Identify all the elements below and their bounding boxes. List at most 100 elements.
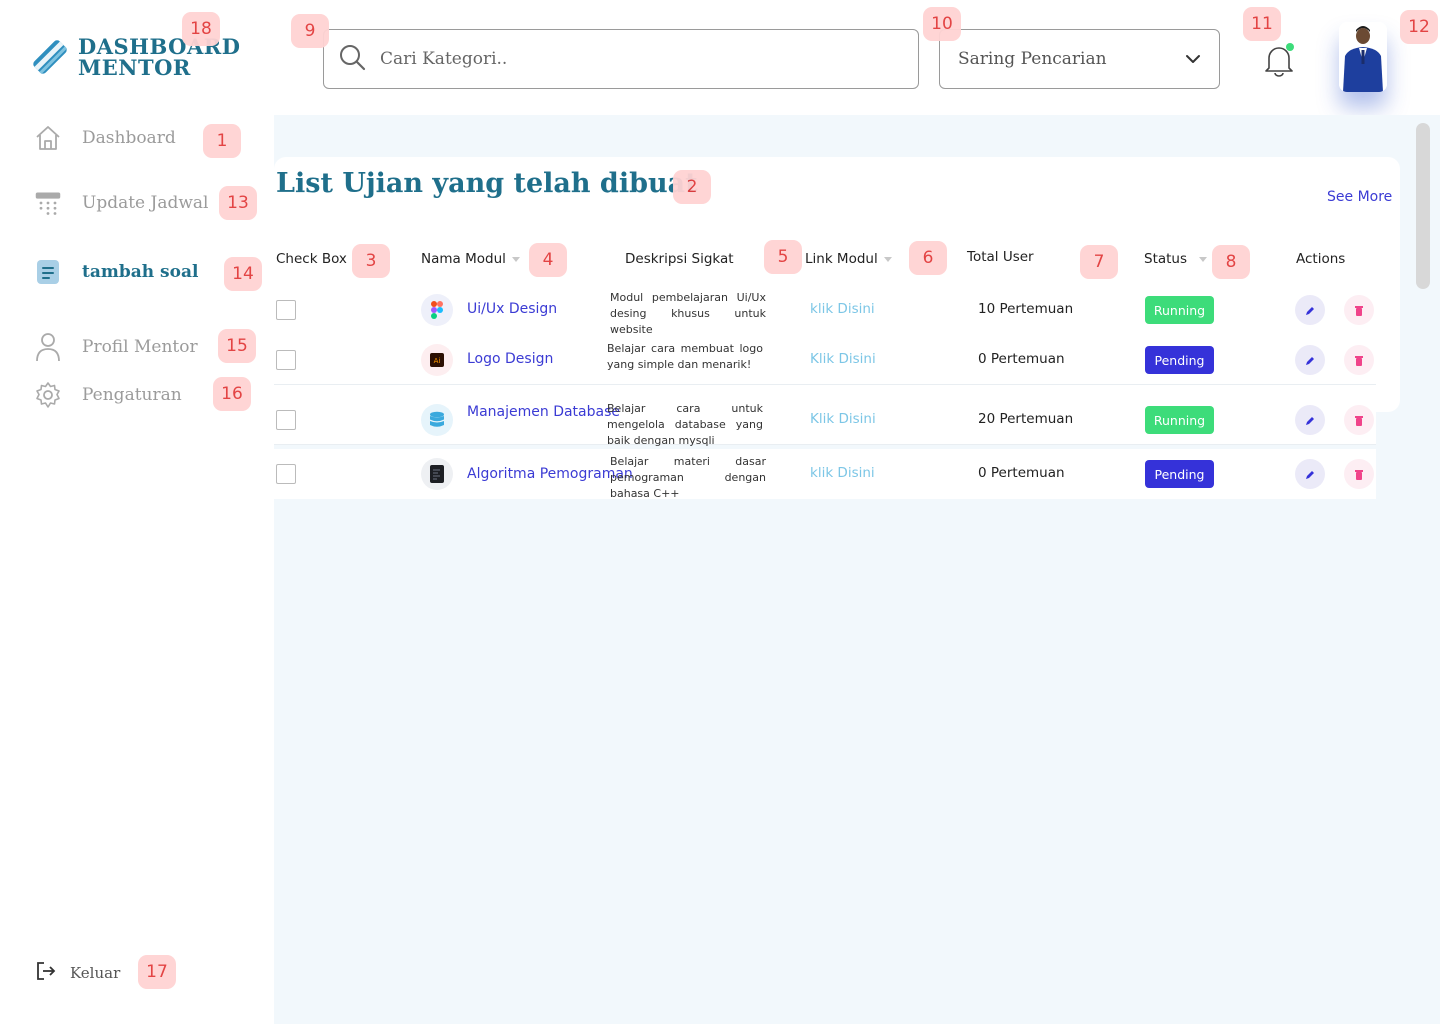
avatar[interactable] xyxy=(1339,22,1387,92)
user-icon xyxy=(34,333,62,362)
annotation-marker: 14 xyxy=(224,257,262,291)
sort-caret-icon xyxy=(511,256,520,262)
sidebar-item-label: Dashboard xyxy=(82,128,176,148)
annotation-marker: 9 xyxy=(291,14,329,48)
module-description: Modul pembelajaran Ui/Ux desing khusus u… xyxy=(610,291,766,336)
search-input[interactable] xyxy=(380,49,880,69)
search-box[interactable] xyxy=(323,29,919,89)
pencil-icon xyxy=(1305,301,1315,320)
calendar-icon xyxy=(34,189,62,217)
annotation-marker: 5 xyxy=(764,240,802,274)
page-title: List Ujian yang telah dibuat xyxy=(276,168,698,199)
row-checkbox[interactable] xyxy=(276,300,296,320)
annotation-marker: 15 xyxy=(218,329,256,363)
edit-button[interactable] xyxy=(1295,405,1325,435)
delete-button[interactable] xyxy=(1344,405,1374,435)
pencil-icon xyxy=(1305,351,1315,370)
column-header-actions: Actions xyxy=(1296,251,1346,267)
annotation-marker: 8 xyxy=(1212,245,1250,279)
status-badge: Running xyxy=(1145,406,1214,434)
sidebar-item-update-jadwal[interactable]: Update Jadwal xyxy=(34,189,208,217)
sidebar-item-label: Pengaturan xyxy=(82,385,182,405)
chevron-down-icon xyxy=(1185,49,1201,69)
annotation-marker: 3 xyxy=(352,244,390,278)
logout-label: Keluar xyxy=(70,964,121,982)
search-icon xyxy=(338,43,366,75)
total-user: 20 Pertemuan xyxy=(978,411,1074,427)
row-checkbox[interactable] xyxy=(276,410,296,430)
delete-button[interactable] xyxy=(1344,345,1374,375)
pencil-icon xyxy=(1305,411,1315,430)
total-user: 0 Pertemuan xyxy=(978,351,1065,367)
module-name[interactable]: Manajemen Database xyxy=(467,403,620,422)
trash-icon xyxy=(1354,351,1364,370)
home-icon xyxy=(34,124,62,152)
module-name[interactable]: Ui/Ux Design xyxy=(467,300,557,319)
database-icon xyxy=(421,404,453,436)
status-badge: Pending xyxy=(1145,346,1214,374)
sidebar-item-label: Update Jadwal xyxy=(82,193,209,213)
row-checkbox[interactable] xyxy=(276,350,296,370)
sidebar-item-profil-mentor[interactable]: Profil Mentor xyxy=(34,333,198,362)
status-badge: Pending xyxy=(1145,460,1214,488)
logout-button[interactable]: Keluar xyxy=(36,961,120,985)
trash-icon xyxy=(1354,301,1364,320)
column-header-status[interactable]: Status xyxy=(1144,251,1208,267)
edit-button[interactable] xyxy=(1295,295,1325,325)
annotation-marker: 1 xyxy=(203,124,241,158)
see-more-link[interactable]: See More xyxy=(1327,189,1392,205)
column-header-deskripsi: Deskripsi Sigkat xyxy=(625,251,734,267)
sidebar-item-dashboard[interactable]: Dashboard xyxy=(34,124,176,152)
annotation-marker: 6 xyxy=(909,241,947,275)
annotation-marker: 13 xyxy=(219,186,257,220)
sidebar-item-tambah-soal[interactable]: tambah soal xyxy=(34,258,198,286)
annotation-marker: 2 xyxy=(673,170,711,204)
document-icon xyxy=(34,258,62,286)
row-checkbox[interactable] xyxy=(276,464,296,484)
edit-button[interactable] xyxy=(1295,459,1325,489)
module-link[interactable]: Klik Disini xyxy=(810,411,876,427)
annotation-marker: 17 xyxy=(138,955,176,989)
edit-button[interactable] xyxy=(1295,345,1325,375)
row-divider xyxy=(274,444,1376,445)
trash-icon xyxy=(1354,465,1364,484)
total-user: 0 Pertemuan xyxy=(978,465,1065,481)
module-description: Belajar materi dasar pemograman dengan b… xyxy=(610,455,766,500)
module-link[interactable]: Klik Disini xyxy=(810,351,876,367)
logout-icon xyxy=(36,961,56,985)
filter-label: Saring Pencarian xyxy=(958,49,1107,69)
delete-button[interactable] xyxy=(1344,459,1374,489)
annotation-marker: 10 xyxy=(923,7,961,41)
module-link[interactable]: klik Disini xyxy=(810,465,875,481)
sidebar-item-label: tambah soal xyxy=(82,262,199,282)
logo-mark-icon xyxy=(30,37,70,77)
column-header-checkbox: Check Box xyxy=(276,251,347,267)
svg-text:Ai: Ai xyxy=(434,357,441,365)
annotation-marker: 12 xyxy=(1400,10,1438,44)
annotation-marker: 7 xyxy=(1080,245,1118,279)
module-name[interactable]: Logo Design xyxy=(467,350,553,369)
illustrator-icon: Ai xyxy=(421,344,453,376)
column-header-total-user: Total User xyxy=(967,249,1034,265)
delete-button[interactable] xyxy=(1344,295,1374,325)
notification-bell-icon[interactable] xyxy=(1262,42,1296,78)
module-name[interactable]: Algoritma Pemograman xyxy=(467,465,633,484)
pencil-icon xyxy=(1305,465,1315,484)
row-divider xyxy=(274,384,1376,385)
annotation-marker: 18 xyxy=(182,12,220,46)
gear-icon xyxy=(34,381,62,409)
module-description: Belajar cara untuk mengelola database ya… xyxy=(607,402,763,447)
column-header-nama-modul[interactable]: Nama Modul xyxy=(421,251,520,267)
sidebar-item-label: Profil Mentor xyxy=(82,337,198,357)
figma-icon xyxy=(421,294,453,326)
sidebar-item-pengaturan[interactable]: Pengaturan xyxy=(34,381,182,409)
module-link[interactable]: klik Disini xyxy=(810,301,875,317)
scrollbar[interactable] xyxy=(1416,123,1430,289)
trash-icon xyxy=(1354,411,1364,430)
logo-line-2: MENTOR xyxy=(78,55,191,80)
annotation-marker: 4 xyxy=(529,243,567,277)
filter-dropdown[interactable]: Saring Pencarian xyxy=(939,29,1220,89)
code-file-icon xyxy=(421,458,453,490)
sort-caret-icon xyxy=(1199,256,1208,262)
column-header-link-modul[interactable]: Link Modul xyxy=(805,251,892,267)
